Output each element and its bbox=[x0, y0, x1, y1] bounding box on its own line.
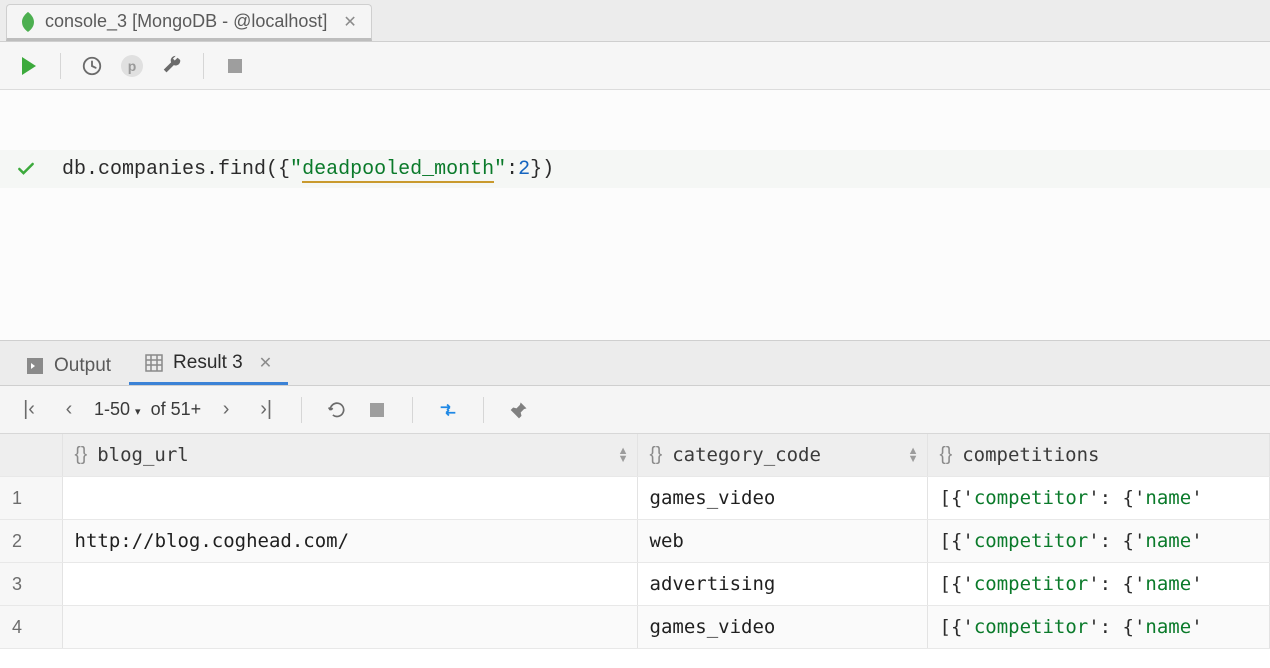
p-badge-icon: p bbox=[121, 55, 143, 77]
sort-icon[interactable]: ▲▼ bbox=[618, 447, 629, 463]
refresh-button[interactable] bbox=[322, 395, 352, 425]
column-header-blog-url[interactable]: {}blog_url ▲▼ bbox=[62, 434, 637, 477]
row-number: 1 bbox=[0, 477, 62, 520]
result-tab-bar: Output Result 3 ✕ bbox=[0, 340, 1270, 386]
code-text: db.companies.find({"deadpooled_month":2}… bbox=[62, 158, 554, 181]
compare-icon bbox=[437, 399, 459, 421]
page-total: of 51+ bbox=[151, 399, 202, 420]
history-button[interactable] bbox=[75, 49, 109, 83]
row-number: 4 bbox=[0, 606, 62, 649]
cell-competitions[interactable]: [{'competitor': {'name' bbox=[927, 520, 1270, 563]
braces-icon: {} bbox=[650, 444, 663, 466]
profiler-button[interactable]: p bbox=[115, 49, 149, 83]
tab-result-label: Result 3 bbox=[173, 352, 243, 374]
braces-icon: {} bbox=[75, 444, 88, 466]
cell-blog-url[interactable] bbox=[62, 563, 637, 606]
next-page-button[interactable]: › bbox=[211, 395, 241, 425]
row-number: 2 bbox=[0, 520, 62, 563]
stop-icon bbox=[228, 59, 242, 73]
refresh-icon bbox=[327, 400, 347, 420]
cell-category-code[interactable]: advertising bbox=[637, 563, 927, 606]
stop-icon bbox=[370, 403, 384, 417]
code-line: db.companies.find({"deadpooled_month":2}… bbox=[0, 150, 1270, 188]
separator bbox=[301, 397, 302, 423]
stop-button[interactable] bbox=[218, 49, 252, 83]
tab-result[interactable]: Result 3 ✕ bbox=[129, 344, 288, 385]
last-page-button[interactable]: ›| bbox=[251, 395, 281, 425]
table-icon bbox=[145, 354, 163, 372]
play-icon bbox=[22, 57, 36, 75]
table-row[interactable]: 2http://blog.coghead.com/web[{'competito… bbox=[0, 520, 1270, 563]
settings-button[interactable] bbox=[155, 49, 189, 83]
row-number-header bbox=[0, 434, 62, 477]
result-pager-toolbar: |‹ ‹ 1-50 ▾ of 51+ › ›| bbox=[0, 386, 1270, 434]
mongodb-leaf-icon bbox=[21, 12, 35, 32]
compare-button[interactable] bbox=[433, 395, 463, 425]
table-row[interactable]: 3 advertising[{'competitor': {'name' bbox=[0, 563, 1270, 606]
column-header-category-code[interactable]: {}category_code ▲▼ bbox=[637, 434, 927, 477]
wrench-icon bbox=[161, 55, 183, 77]
cell-blog-url[interactable] bbox=[62, 606, 637, 649]
tab-output-label: Output bbox=[54, 355, 111, 377]
close-icon[interactable]: ✕ bbox=[259, 353, 272, 373]
tab-output[interactable]: Output bbox=[10, 347, 127, 385]
first-page-button[interactable]: |‹ bbox=[14, 395, 44, 425]
editor-tab-title: console_3 [MongoDB - @localhost] bbox=[45, 11, 327, 32]
separator bbox=[483, 397, 484, 423]
chevron-left-icon: ‹ bbox=[66, 398, 73, 421]
result-table: {}blog_url ▲▼ {}category_code ▲▼ {}compe… bbox=[0, 434, 1270, 649]
editor-tab-bar: console_3 [MongoDB - @localhost] ✕ bbox=[0, 0, 1270, 42]
first-icon: |‹ bbox=[23, 398, 35, 421]
table-row[interactable]: 4 games_video[{'competitor': {'name' bbox=[0, 606, 1270, 649]
separator bbox=[412, 397, 413, 423]
last-icon: ›| bbox=[260, 398, 272, 421]
close-icon[interactable]: ✕ bbox=[343, 12, 356, 32]
code-editor[interactable]: db.companies.find({"deadpooled_month":2}… bbox=[0, 90, 1270, 340]
cell-blog-url[interactable] bbox=[62, 477, 637, 520]
history-icon bbox=[81, 55, 103, 77]
pin-button[interactable] bbox=[504, 395, 534, 425]
cell-competitions[interactable]: [{'competitor': {'name' bbox=[927, 563, 1270, 606]
sort-icon[interactable]: ▲▼ bbox=[908, 447, 919, 463]
chevron-right-icon: › bbox=[223, 398, 230, 421]
editor-toolbar: p bbox=[0, 42, 1270, 90]
run-button[interactable] bbox=[12, 49, 46, 83]
output-icon bbox=[26, 357, 44, 375]
prev-page-button[interactable]: ‹ bbox=[54, 395, 84, 425]
cell-competitions[interactable]: [{'competitor': {'name' bbox=[927, 477, 1270, 520]
cell-category-code[interactable]: games_video bbox=[637, 606, 927, 649]
pin-icon bbox=[509, 400, 529, 420]
table-row[interactable]: 1 games_video[{'competitor': {'name' bbox=[0, 477, 1270, 520]
editor-tab-console-3[interactable]: console_3 [MongoDB - @localhost] ✕ bbox=[6, 4, 372, 41]
cancel-query-button[interactable] bbox=[362, 395, 392, 425]
cell-competitions[interactable]: [{'competitor': {'name' bbox=[927, 606, 1270, 649]
status-ok-icon bbox=[16, 159, 36, 179]
braces-icon: {} bbox=[940, 444, 953, 466]
row-number: 3 bbox=[0, 563, 62, 606]
separator bbox=[60, 53, 61, 79]
cell-blog-url[interactable]: http://blog.coghead.com/ bbox=[62, 520, 637, 563]
page-range[interactable]: 1-50 ▾ bbox=[94, 399, 141, 420]
cell-category-code[interactable]: games_video bbox=[637, 477, 927, 520]
cell-category-code[interactable]: web bbox=[637, 520, 927, 563]
table-header-row: {}blog_url ▲▼ {}category_code ▲▼ {}compe… bbox=[0, 434, 1270, 477]
column-header-competitions[interactable]: {}competitions bbox=[927, 434, 1270, 477]
separator bbox=[203, 53, 204, 79]
